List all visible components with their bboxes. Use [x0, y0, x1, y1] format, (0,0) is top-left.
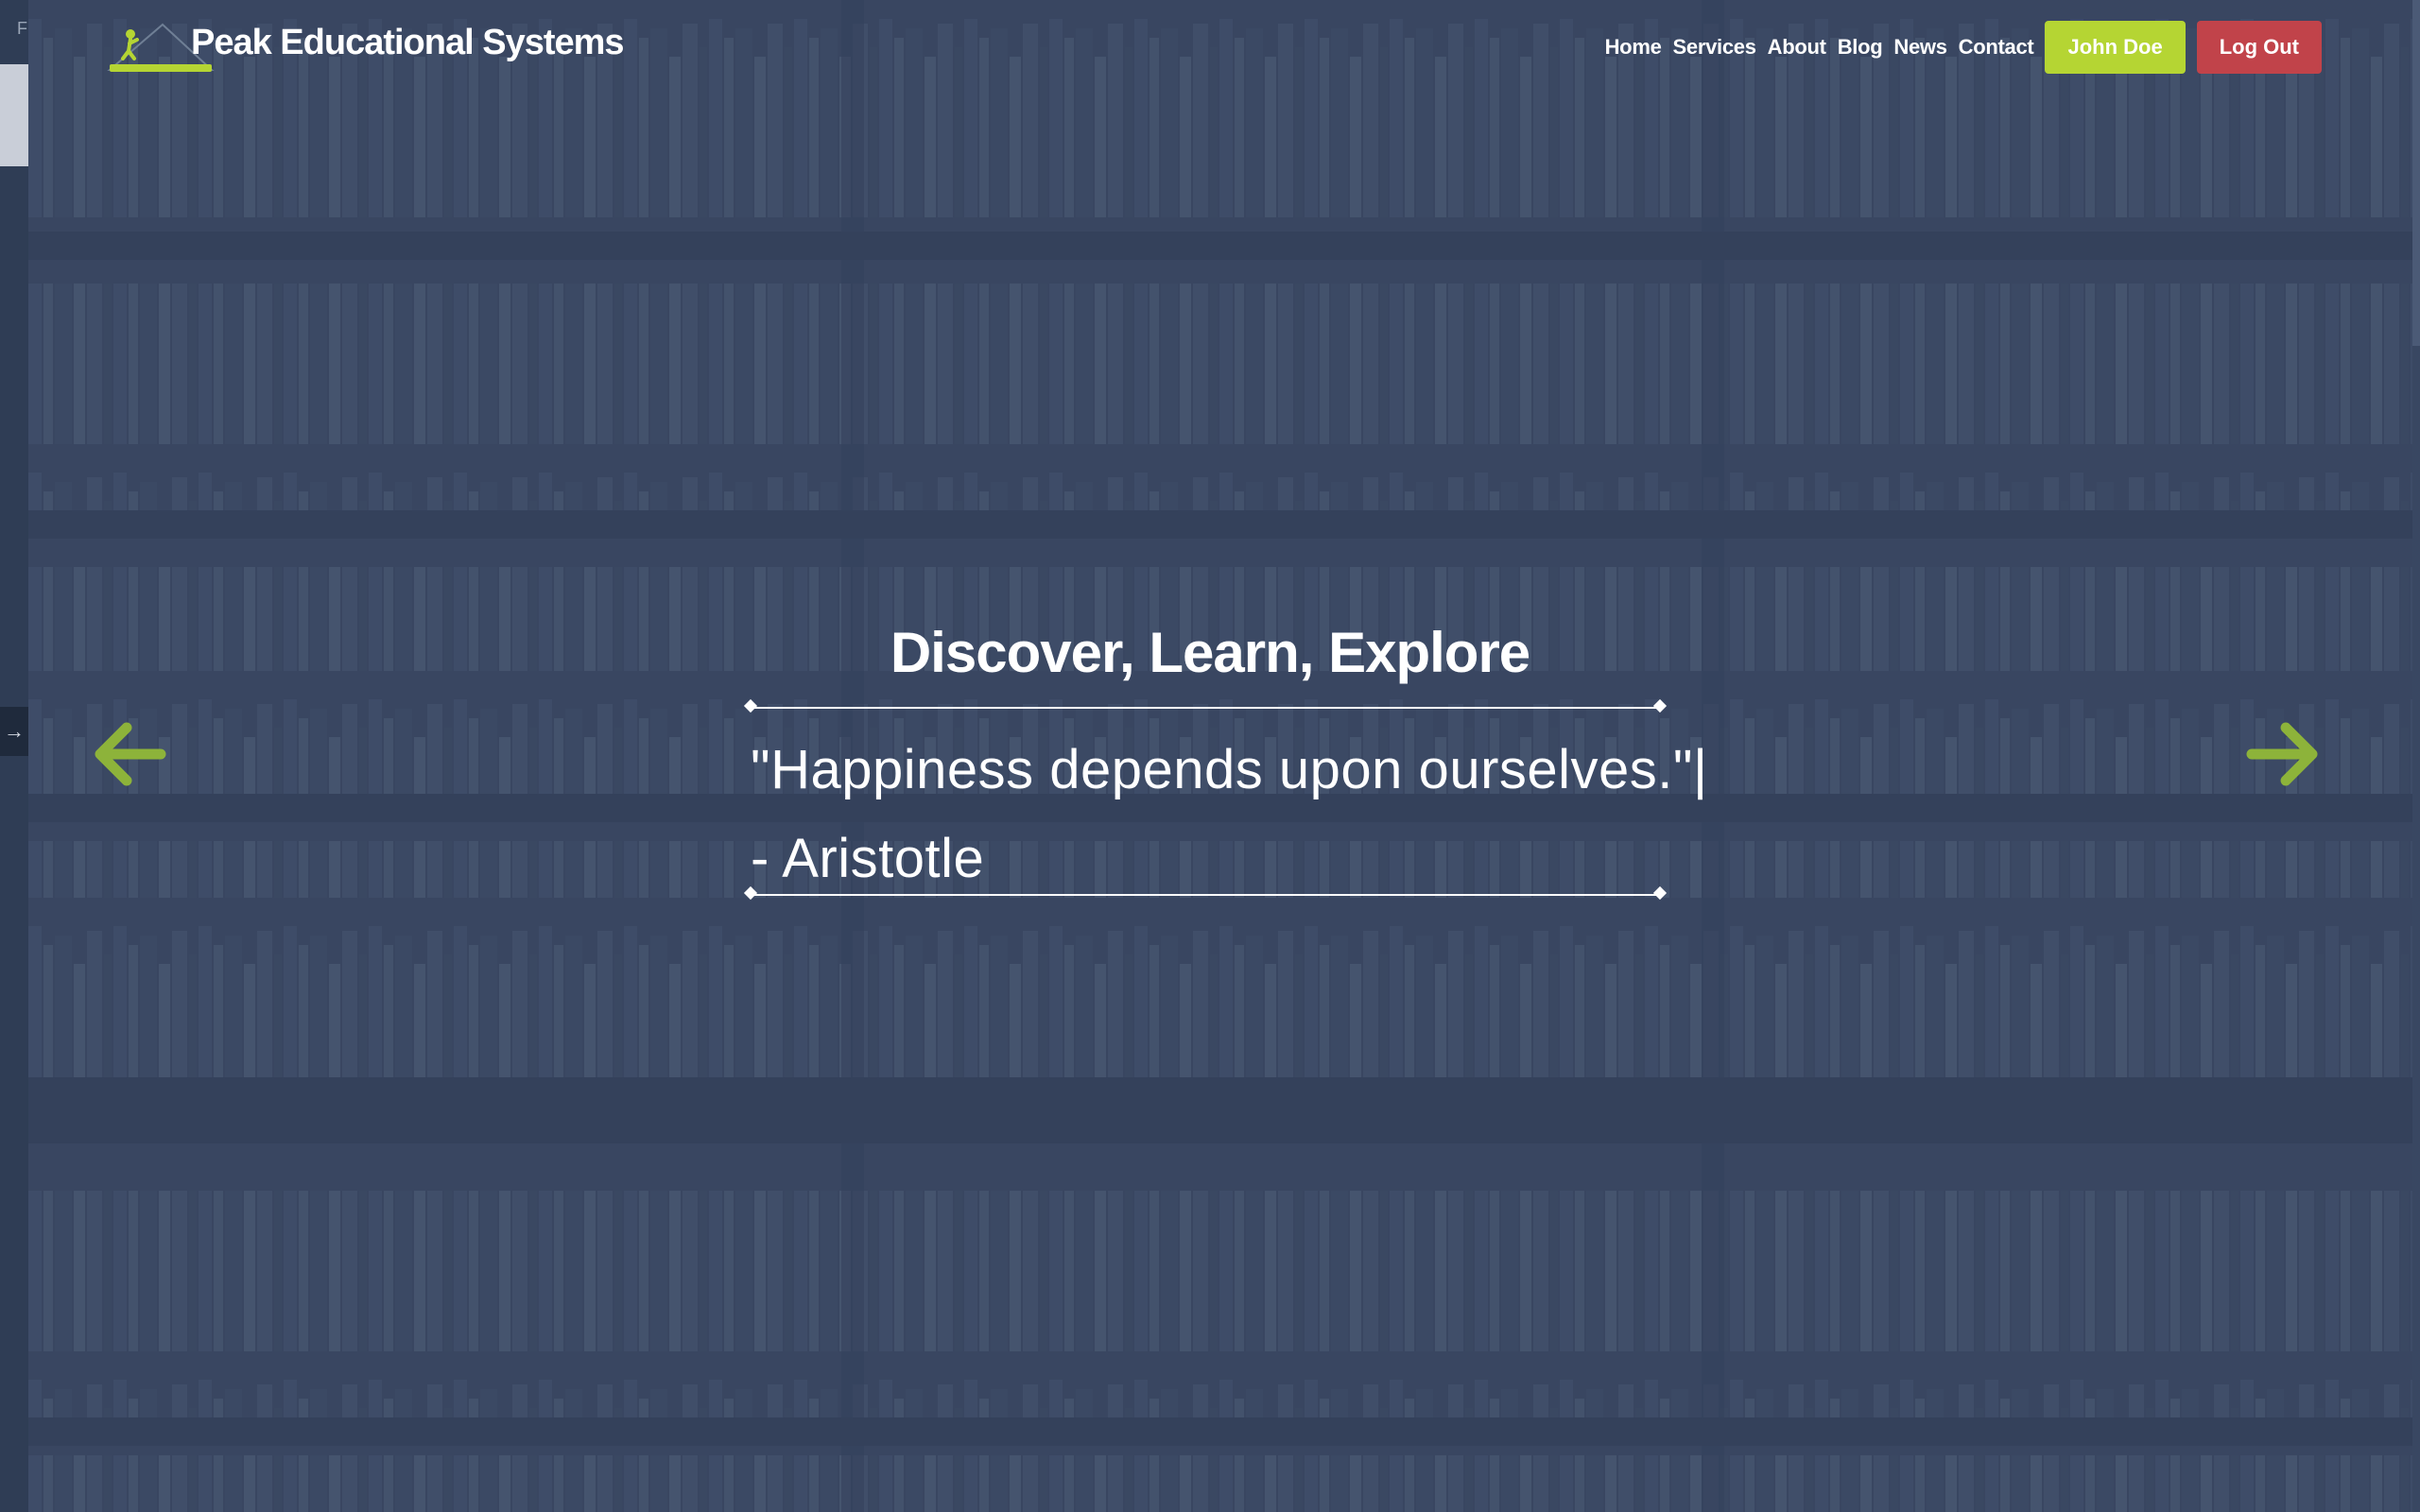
arrow-right-icon: → — [4, 719, 25, 743]
hero-title: Discover, Learn, Explore — [890, 621, 1530, 684]
user-account-button[interactable]: John Doe — [2045, 21, 2186, 74]
nav-about[interactable]: About — [1768, 35, 1826, 60]
quote-author: - Aristotle — [751, 828, 985, 889]
sidebar-toggle-button[interactable]: → — [0, 707, 28, 756]
nav-news[interactable]: News — [1893, 35, 1947, 60]
site-header: Peak Educational Systems Home Services A… — [0, 0, 2420, 94]
arrow-right-icon — [2246, 722, 2318, 786]
divider-top — [751, 707, 1660, 709]
nav-blog[interactable]: Blog — [1838, 35, 1883, 60]
arrow-left-icon — [95, 722, 166, 786]
scrollbar[interactable] — [2412, 0, 2420, 1512]
page: F → Peak Educational Systems Home Servic… — [0, 0, 2420, 1512]
slider-next-button[interactable] — [2244, 718, 2322, 790]
logout-button[interactable]: Log Out — [2196, 21, 2322, 74]
quote-block: "Happiness depends upon ourselves."| - A… — [751, 726, 1708, 903]
quote-text: "Happiness depends upon ourselves."| — [751, 739, 1708, 800]
left-side-rail: F → — [0, 0, 28, 1512]
nav-home[interactable]: Home — [1605, 35, 1662, 60]
main-nav: Home Services About Blog News Contact Jo… — [1605, 21, 2322, 74]
nav-services[interactable]: Services — [1673, 35, 1756, 60]
divider-bottom — [751, 894, 1660, 896]
slider-prev-button[interactable] — [91, 718, 168, 790]
nav-contact[interactable]: Contact — [1959, 35, 2034, 60]
brand-name[interactable]: Peak Educational Systems — [191, 23, 625, 63]
